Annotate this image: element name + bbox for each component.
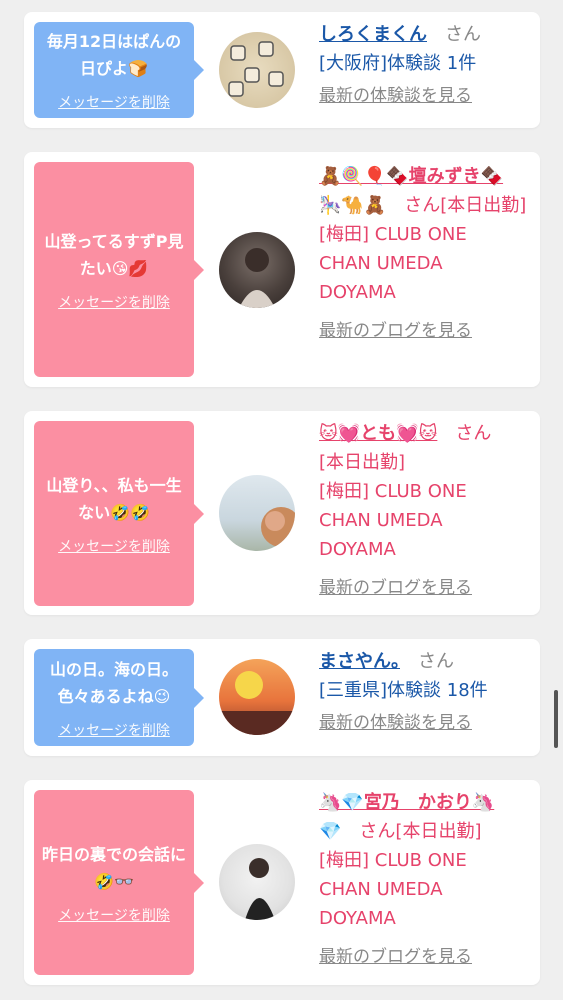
shop-line: DOYAMA [319,908,396,929]
honorific-status: さん[本日出勤] [359,821,482,842]
honorific: さん [445,24,481,45]
user-name-link[interactable]: まさやん。 [319,651,400,672]
avatar[interactable] [219,232,295,308]
message-card: 昨日の裏での会話に🤣👓 メッセージを削除 🦄💎宮乃 かおり🦄 💎 さん[本日出勤… [24,780,540,985]
name-emoji: 💎 [319,821,342,842]
latest-blog-link[interactable]: 最新のブログを見る [319,574,534,603]
message-card: 山登り、、私も一生ない🤣🤣 メッセージを削除 🐱💓とも💓🐱 さん [本日出勤] … [24,411,540,615]
delete-message-link[interactable]: メッセージを削除 [58,905,170,925]
message-bubble: 山の日。海の日。色々あるよね😉 メッセージを削除 [34,649,204,746]
latest-reviews-link[interactable]: 最新の体験談を見る [319,709,534,738]
cast-name-link[interactable]: 🐱💓とも💓🐱 [319,423,437,444]
status: [本日出勤] [319,452,406,473]
sunset-photo-icon [219,671,295,735]
user-detail: [三重県]体験談 18件 [319,680,488,701]
shop-line: [梅田] CLUB ONE [319,481,467,502]
message-text: 山登ってるすずP見たい😘💋 [44,231,184,278]
cast-info: 🦄💎宮乃 かおり🦄 💎 さん[本日出勤] [梅田] CLUB ONE CHAN … [319,788,534,972]
person-photo-icon [239,248,275,308]
shop-line: DOYAMA [319,282,396,303]
user-detail: [大阪府]体験談 1件 [319,53,477,74]
honorific: さん [455,423,492,444]
shop-line: [梅田] CLUB ONE [319,850,467,871]
avatar[interactable] [219,844,295,920]
message-card: 山登ってるすずP見たい😘💋 メッセージを削除 🧸🍭🎈🍫壇みずき🍫 🎠🐪🧸 さん[… [24,152,540,387]
shop-line: CHAN UMEDA [319,510,443,531]
message-text: 毎月12日はぱんの日ぴよ🍞 [46,32,182,78]
avatar[interactable] [219,475,295,551]
user-info: まさやん。 さん [三重県]体験談 18件 最新の体験談を見る [319,647,534,738]
bread-pattern-icon [228,41,284,97]
message-bubble: 毎月12日はぱんの日ぴよ🍞 メッセージを削除 [34,22,204,118]
honorific-status: さん[本日出勤] [404,195,527,216]
latest-blog-link[interactable]: 最新のブログを見る [319,317,534,346]
latest-reviews-link[interactable]: 最新の体験談を見る [319,82,534,111]
delete-message-link[interactable]: メッセージを削除 [58,292,170,312]
delete-message-link[interactable]: メッセージを削除 [58,720,170,740]
shop-line: CHAN UMEDA [319,879,443,900]
message-card: 毎月12日はぱんの日ぴよ🍞 メッセージを削除 しろくまくん さん [大阪府]体験… [24,12,540,128]
cast-name-link[interactable]: 🧸🍭🎈🍫壇みずき🍫 [319,166,503,187]
message-text: 昨日の裏での会話に🤣👓 [42,844,187,891]
message-text: 山登り、、私も一生ない🤣🤣 [46,475,182,522]
latest-blog-link[interactable]: 最新のブログを見る [319,943,534,972]
message-bubble: 昨日の裏での会話に🤣👓 メッセージを削除 [34,790,204,975]
avatar[interactable] [219,32,295,108]
user-info: しろくまくん さん [大阪府]体験談 1件 最新の体験談を見る [319,20,534,111]
cast-info: 🐱💓とも💓🐱 さん [本日出勤] [梅田] CLUB ONE CHAN UMED… [319,419,534,603]
message-bubble: 山登ってるすずP見たい😘💋 メッセージを削除 [34,162,204,377]
message-card: 山の日。海の日。色々あるよね😉 メッセージを削除 まさやん。 さん [三重県]体… [24,639,540,756]
shop-line: [梅田] CLUB ONE [319,224,467,245]
delete-message-link[interactable]: メッセージを削除 [58,536,170,556]
delete-message-link[interactable]: メッセージを削除 [58,92,170,112]
honorific: さん [418,651,454,672]
name-emoji: 🎠🐪🧸 [319,195,387,216]
cast-name-link[interactable]: 🦄💎宮乃 かおり🦄 [319,792,494,813]
shop-line: DOYAMA [319,539,396,560]
message-bubble: 山登り、、私も一生ない🤣🤣 メッセージを削除 [34,421,204,606]
message-text: 山の日。海の日。色々あるよね😉 [49,659,178,706]
cast-info: 🧸🍭🎈🍫壇みずき🍫 🎠🐪🧸 さん[本日出勤] [梅田] CLUB ONE CHA… [319,162,534,346]
user-name-link[interactable]: しろくまくん [319,24,427,45]
shop-line: CHAN UMEDA [319,253,443,274]
person-photo-icon [261,507,295,547]
avatar[interactable] [219,659,295,735]
person-photo-icon [245,858,275,920]
scrollbar[interactable] [554,690,558,748]
